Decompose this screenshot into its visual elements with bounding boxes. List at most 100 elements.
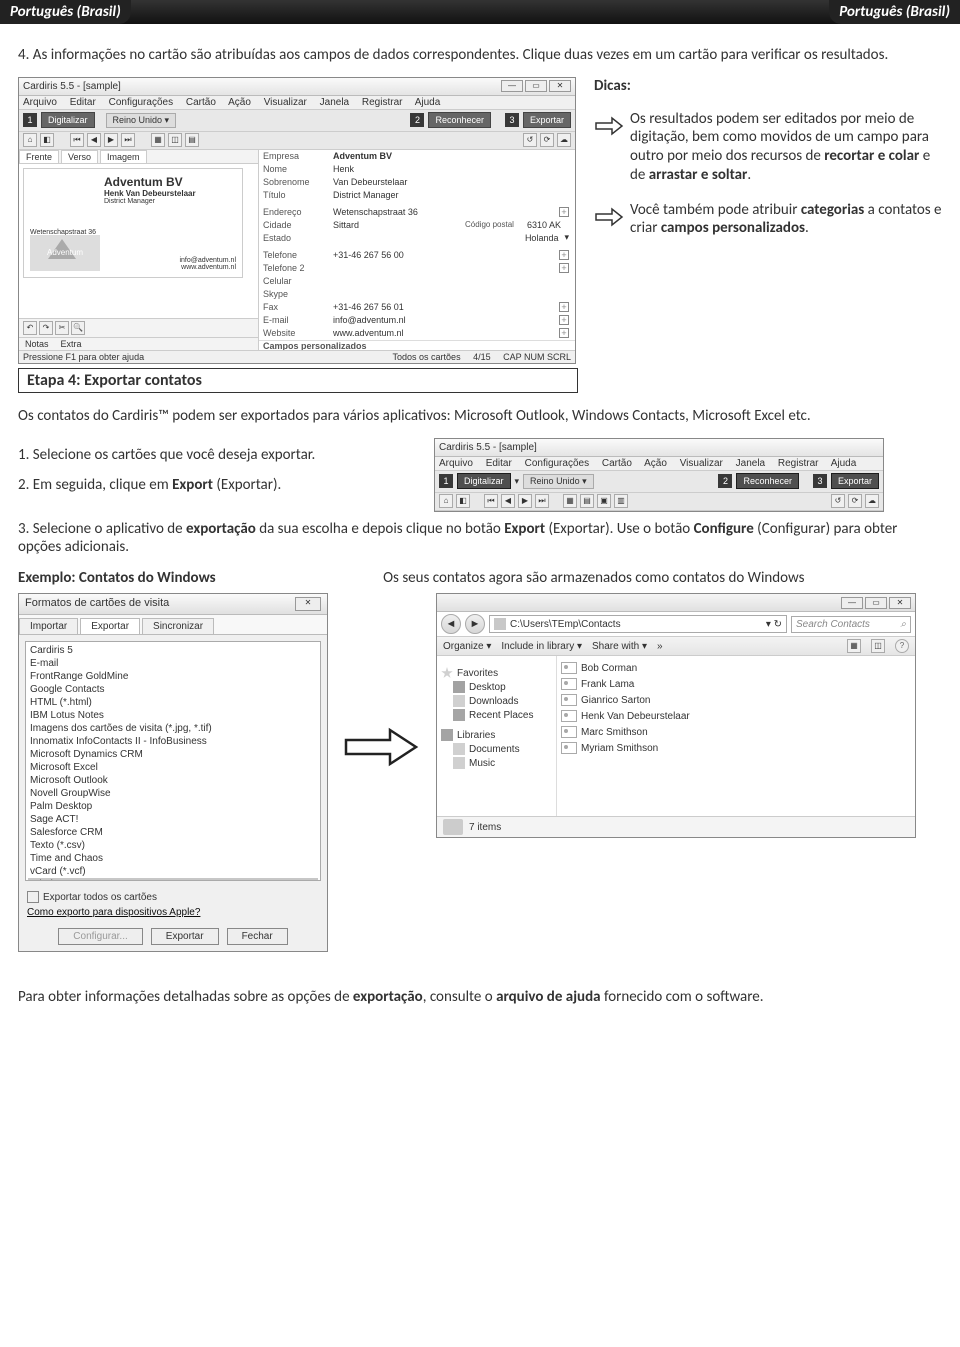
nav-downloads[interactable]: Downloads bbox=[469, 696, 518, 707]
mini-nav-last-icon[interactable]: ⏭ bbox=[535, 494, 549, 508]
mini-nav-first-icon[interactable]: ⏮ bbox=[484, 494, 498, 508]
rotate-left-icon[interactable]: ↶ bbox=[23, 321, 37, 335]
export-format-item[interactable]: Cardiris 5 bbox=[28, 644, 318, 657]
mini-nav-detail-icon[interactable]: ▥ bbox=[614, 494, 628, 508]
val-telefone[interactable]: +31-46 267 56 00 bbox=[329, 250, 559, 260]
nav-detail-icon[interactable]: ▤ bbox=[185, 133, 199, 147]
mini-menu-ajuda[interactable]: Ajuda bbox=[831, 458, 857, 469]
exportar-button[interactable]: Exportar bbox=[523, 112, 571, 128]
export-format-item[interactable]: FrontRange GoldMine bbox=[28, 670, 318, 683]
nav-desktop[interactable]: Desktop bbox=[469, 682, 506, 693]
country-dropdown[interactable]: Reino Unido ▾ bbox=[106, 113, 177, 128]
menu-visualizar[interactable]: Visualizar bbox=[264, 97, 307, 108]
configure-button[interactable]: Configurar... bbox=[58, 928, 142, 945]
exp-maximize-button[interactable]: ▭ bbox=[865, 597, 887, 609]
close-button[interactable]: Fechar bbox=[227, 928, 288, 945]
mini-reconhecer-button[interactable]: Reconhecer bbox=[736, 473, 799, 489]
mini-menu-acao[interactable]: Ação bbox=[644, 458, 667, 469]
mini-country-dropdown[interactable]: Reino Unido ▾ bbox=[523, 474, 594, 489]
add-phone2-icon[interactable]: + bbox=[559, 263, 569, 273]
mini-nav-list-icon[interactable]: ▤ bbox=[580, 494, 594, 508]
menu-arquivo[interactable]: Arquivo bbox=[23, 97, 57, 108]
tab-extra[interactable]: Extra bbox=[55, 338, 88, 350]
nav-documents[interactable]: Documents bbox=[469, 744, 520, 755]
add-phone-icon[interactable]: + bbox=[559, 250, 569, 260]
nav-first-icon[interactable]: ⏮ bbox=[70, 133, 84, 147]
contact-item[interactable]: Myriam Smithson bbox=[561, 740, 911, 756]
search-input[interactable]: Search Contacts ⌕ bbox=[791, 616, 911, 633]
mini-nav-sync-icon[interactable]: ⟳ bbox=[848, 494, 862, 508]
tab-frente[interactable]: Frente bbox=[19, 150, 59, 163]
val-cidade[interactable]: Sittard bbox=[329, 220, 457, 230]
tab-importar[interactable]: Importar bbox=[19, 618, 78, 634]
add-fax-icon[interactable]: + bbox=[559, 302, 569, 312]
export-all-checkbox[interactable]: Exportar todos os cartões bbox=[27, 892, 157, 903]
export-format-item[interactable]: Microsoft Dynamics CRM bbox=[28, 748, 318, 761]
menu-config[interactable]: Configurações bbox=[109, 97, 173, 108]
mini-menu-visualizar[interactable]: Visualizar bbox=[680, 458, 723, 469]
menu-cartao[interactable]: Cartão bbox=[186, 97, 216, 108]
mini-nav-prev-icon[interactable]: ◀ bbox=[501, 494, 515, 508]
reconhecer-button[interactable]: Reconhecer bbox=[428, 112, 491, 128]
val-empresa[interactable]: Adventum BV bbox=[329, 151, 575, 161]
forward-button[interactable]: ► bbox=[465, 614, 485, 634]
nav-next-icon[interactable]: ▶ bbox=[104, 133, 118, 147]
crop-icon[interactable]: ✂ bbox=[55, 321, 69, 335]
val-sobrenome[interactable]: Van Debeurstelaar bbox=[329, 177, 575, 187]
val-titulo[interactable]: District Manager bbox=[329, 190, 575, 200]
menu-ajuda[interactable]: Ajuda bbox=[415, 97, 441, 108]
nav-music[interactable]: Music bbox=[469, 758, 495, 769]
mini-menu-arquivo[interactable]: Arquivo bbox=[439, 458, 473, 469]
export-format-item[interactable]: IBM Lotus Notes bbox=[28, 709, 318, 722]
nav-favorites[interactable]: Favorites bbox=[457, 668, 498, 679]
mini-nav-home-icon[interactable]: ⌂ bbox=[439, 494, 453, 508]
contact-item[interactable]: Gianrico Sarton bbox=[561, 692, 911, 708]
export-format-item[interactable]: Microsoft Outlook bbox=[28, 774, 318, 787]
view-options-icon[interactable]: ▦ bbox=[847, 639, 861, 653]
menu-acao[interactable]: Ação bbox=[228, 97, 251, 108]
mini-nav-grid-icon[interactable]: ▦ bbox=[563, 494, 577, 508]
rotate-right-icon[interactable]: ↷ bbox=[39, 321, 53, 335]
nav-cloud-icon[interactable]: ☁ bbox=[557, 133, 571, 147]
apple-export-link[interactable]: Como exporto para dispositivos Apple? bbox=[27, 907, 319, 918]
export-tabs[interactable]: Importar Exportar Sincronizar bbox=[19, 615, 327, 635]
contact-item[interactable]: Henk Van Debeurstelaar bbox=[561, 708, 911, 724]
contact-item[interactable]: Bob Corman bbox=[561, 660, 911, 676]
exp-close-button[interactable]: ✕ bbox=[889, 597, 911, 609]
contact-item[interactable]: Frank Lama bbox=[561, 676, 911, 692]
export-format-item[interactable]: Sage ACT! bbox=[28, 813, 318, 826]
val-pais[interactable]: Holanda bbox=[525, 233, 559, 243]
export-format-item[interactable]: Google Contacts bbox=[28, 683, 318, 696]
nav-last-icon[interactable]: ⏭ bbox=[121, 133, 135, 147]
export-format-item[interactable]: Time and Chaos bbox=[28, 852, 318, 865]
include-library-menu[interactable]: Include in library ▾ bbox=[501, 641, 582, 652]
export-format-item[interactable]: Novell GroupWise bbox=[28, 787, 318, 800]
mini-nav-card-icon[interactable]: ▣ bbox=[597, 494, 611, 508]
minimize-button[interactable]: — bbox=[501, 80, 523, 92]
maximize-button[interactable]: ▭ bbox=[525, 80, 547, 92]
notes-tabs[interactable]: Notas Extra bbox=[19, 337, 258, 350]
export-button[interactable]: Exportar bbox=[151, 928, 219, 945]
export-format-item[interactable]: E-mail bbox=[28, 657, 318, 670]
mini-menubar[interactable]: Arquivo Editar Configurações Cartão Ação… bbox=[435, 457, 883, 471]
val-codpostal[interactable]: 6310 AK bbox=[527, 220, 575, 230]
nav-grid-icon[interactable]: ▦ bbox=[151, 133, 165, 147]
add-website-icon[interactable]: + bbox=[559, 328, 569, 338]
export-format-item[interactable]: Windows Contacts bbox=[28, 878, 318, 881]
add-email-icon[interactable]: + bbox=[559, 315, 569, 325]
tab-notas[interactable]: Notas bbox=[19, 338, 55, 350]
export-format-item[interactable]: vCard (*.vcf) bbox=[28, 865, 318, 878]
mini-menu-registrar[interactable]: Registrar bbox=[778, 458, 819, 469]
val-endereco[interactable]: Wetenschapstraat 36 bbox=[329, 207, 559, 217]
back-button[interactable]: ◄ bbox=[441, 614, 461, 634]
export-format-list[interactable]: Cardiris 5E-mailFrontRange GoldMineGoogl… bbox=[25, 641, 321, 881]
help-icon[interactable]: ? bbox=[895, 639, 909, 653]
mini-nav-refresh-icon[interactable]: ↺ bbox=[831, 494, 845, 508]
export-format-item[interactable]: Innomatix InfoContacts II - InfoBusiness bbox=[28, 735, 318, 748]
mini-nav-split-icon[interactable]: ◧ bbox=[456, 494, 470, 508]
mini-nav-next-icon[interactable]: ▶ bbox=[518, 494, 532, 508]
menu-editar[interactable]: Editar bbox=[70, 97, 96, 108]
share-menu[interactable]: Share with ▾ bbox=[592, 641, 647, 652]
tab-sincronizar[interactable]: Sincronizar bbox=[142, 618, 214, 634]
digitalizar-button[interactable]: Digitalizar bbox=[41, 112, 95, 128]
